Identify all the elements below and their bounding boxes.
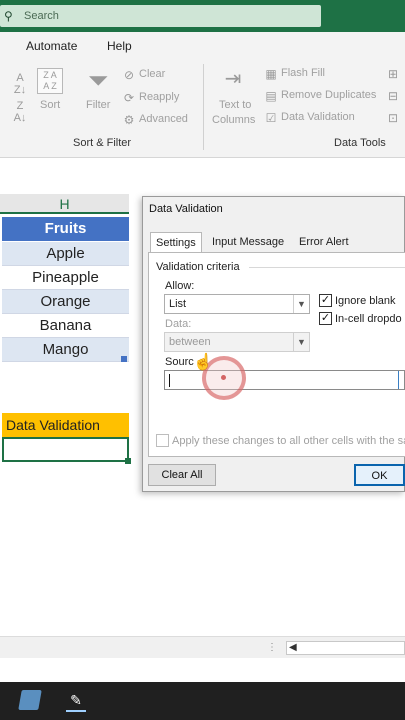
in-cell-dropdown-checkbox[interactable]: ✓ [319, 312, 332, 325]
advanced-filter-icon[interactable]: ⚙ [121, 112, 137, 128]
cell-fruit[interactable]: Banana [2, 314, 129, 338]
horizontal-scrollbar[interactable] [286, 641, 405, 655]
remove-duplicates-button[interactable]: Remove Duplicates [281, 89, 376, 102]
data-model-icon[interactable]: ⊡ [384, 110, 402, 126]
validation-criteria-heading: Validation criteria [156, 261, 240, 273]
sort-za-icon[interactable]: Z A↓ [10, 100, 30, 124]
text-to-columns-label-2[interactable]: Columns [212, 114, 255, 127]
ignore-blank-checkbox[interactable]: ✓ [319, 294, 332, 307]
clear-button[interactable]: Clear [139, 68, 165, 81]
column-header-h[interactable]: H [0, 194, 129, 214]
sort-button[interactable]: Sort [40, 99, 60, 112]
filter-icon[interactable]: ⏷ [84, 66, 112, 94]
scroll-left-icon[interactable]: ◀ [289, 642, 297, 653]
allow-select[interactable]: List ▼ [164, 294, 310, 314]
text-to-columns-label-1[interactable]: Text to [219, 99, 251, 112]
section-divider [249, 267, 405, 268]
pen-app-icon[interactable]: ✎ [66, 690, 86, 710]
data-validation-label-cell[interactable]: Data Validation [2, 413, 129, 437]
cell-fruit[interactable]: Orange [2, 290, 129, 314]
taskbar [0, 682, 405, 720]
allow-select-value: List [169, 298, 187, 310]
ok-button[interactable]: OK [354, 464, 405, 486]
column-letter: H [59, 196, 70, 212]
filter-button[interactable]: Filter [86, 99, 110, 112]
data-validation-button[interactable]: Data Validation [281, 111, 355, 124]
apply-all-checkbox[interactable] [156, 434, 169, 447]
app-icon[interactable] [18, 690, 42, 710]
tab-input-message[interactable]: Input Message [207, 232, 289, 253]
reapply-icon[interactable]: ⟳ [121, 90, 137, 106]
consolidate-icon[interactable]: ⊞ [384, 66, 402, 82]
text-to-columns-icon[interactable]: ⇥ [220, 68, 246, 90]
sort-az-icon[interactable]: A Z↓ [10, 72, 30, 96]
ribbon-separator [203, 64, 204, 150]
data-label: Data: [165, 318, 192, 330]
relationships-icon[interactable]: ⊟ [384, 88, 402, 104]
search-label[interactable]: Search [24, 9, 59, 23]
menu-automate[interactable]: Automate [26, 39, 77, 53]
source-input[interactable] [164, 370, 405, 390]
data-validation-icon[interactable]: ☑ [263, 110, 279, 126]
ignore-blank-label: Ignore blank [335, 295, 396, 307]
sort-filter-group-label: Sort & Filter [73, 137, 132, 149]
data-select-value: between [169, 336, 211, 348]
text-caret [169, 374, 170, 387]
fruits-header-cell[interactable]: Fruits [2, 217, 129, 241]
apply-all-label: Apply these changes to all other cells w… [172, 435, 405, 447]
click-point [221, 375, 226, 380]
cell-fruit[interactable]: Mango [2, 338, 129, 362]
tab-settings[interactable]: Settings [150, 232, 202, 253]
clear-all-button[interactable]: Clear All [148, 464, 216, 486]
remove-duplicates-icon[interactable]: ▤ [263, 88, 279, 104]
flash-fill-icon[interactable]: ▦ [263, 66, 279, 82]
data-tools-group-label: Data Tools [334, 137, 386, 149]
chevron-down-icon: ▼ [293, 333, 309, 351]
tab-error-alert[interactable]: Error Alert [294, 232, 354, 253]
table-resize-handle[interactable] [121, 356, 127, 362]
reapply-button[interactable]: Reapply [139, 91, 179, 104]
mouse-pointer-icon: ☝ [193, 354, 213, 371]
sort-icon[interactable]: Z AA Z [37, 68, 63, 94]
menu-help[interactable]: Help [107, 39, 132, 53]
range-select-button[interactable] [398, 371, 404, 389]
cell-fruit[interactable]: Pineapple [2, 266, 129, 290]
search-icon[interactable]: ⚲ [4, 9, 18, 23]
advanced-button[interactable]: Advanced [139, 113, 188, 126]
fill-handle[interactable] [125, 458, 131, 464]
flash-fill-button[interactable]: Flash Fill [281, 67, 325, 80]
cell-fruit[interactable]: Apple [2, 242, 129, 266]
chevron-down-icon[interactable]: ▼ [293, 295, 309, 313]
clear-filter-icon[interactable]: ⊘ [121, 67, 137, 83]
dialog-title: Data Validation [149, 203, 223, 215]
source-label: Sourc [165, 356, 194, 368]
in-cell-dropdown-label: In-cell dropdo [335, 313, 402, 325]
data-select: between ▼ [164, 332, 310, 352]
more-options-icon[interactable]: ⋮ [267, 642, 277, 653]
active-app-indicator [66, 710, 86, 712]
active-cell[interactable] [2, 437, 129, 462]
allow-label: Allow: [165, 280, 195, 292]
